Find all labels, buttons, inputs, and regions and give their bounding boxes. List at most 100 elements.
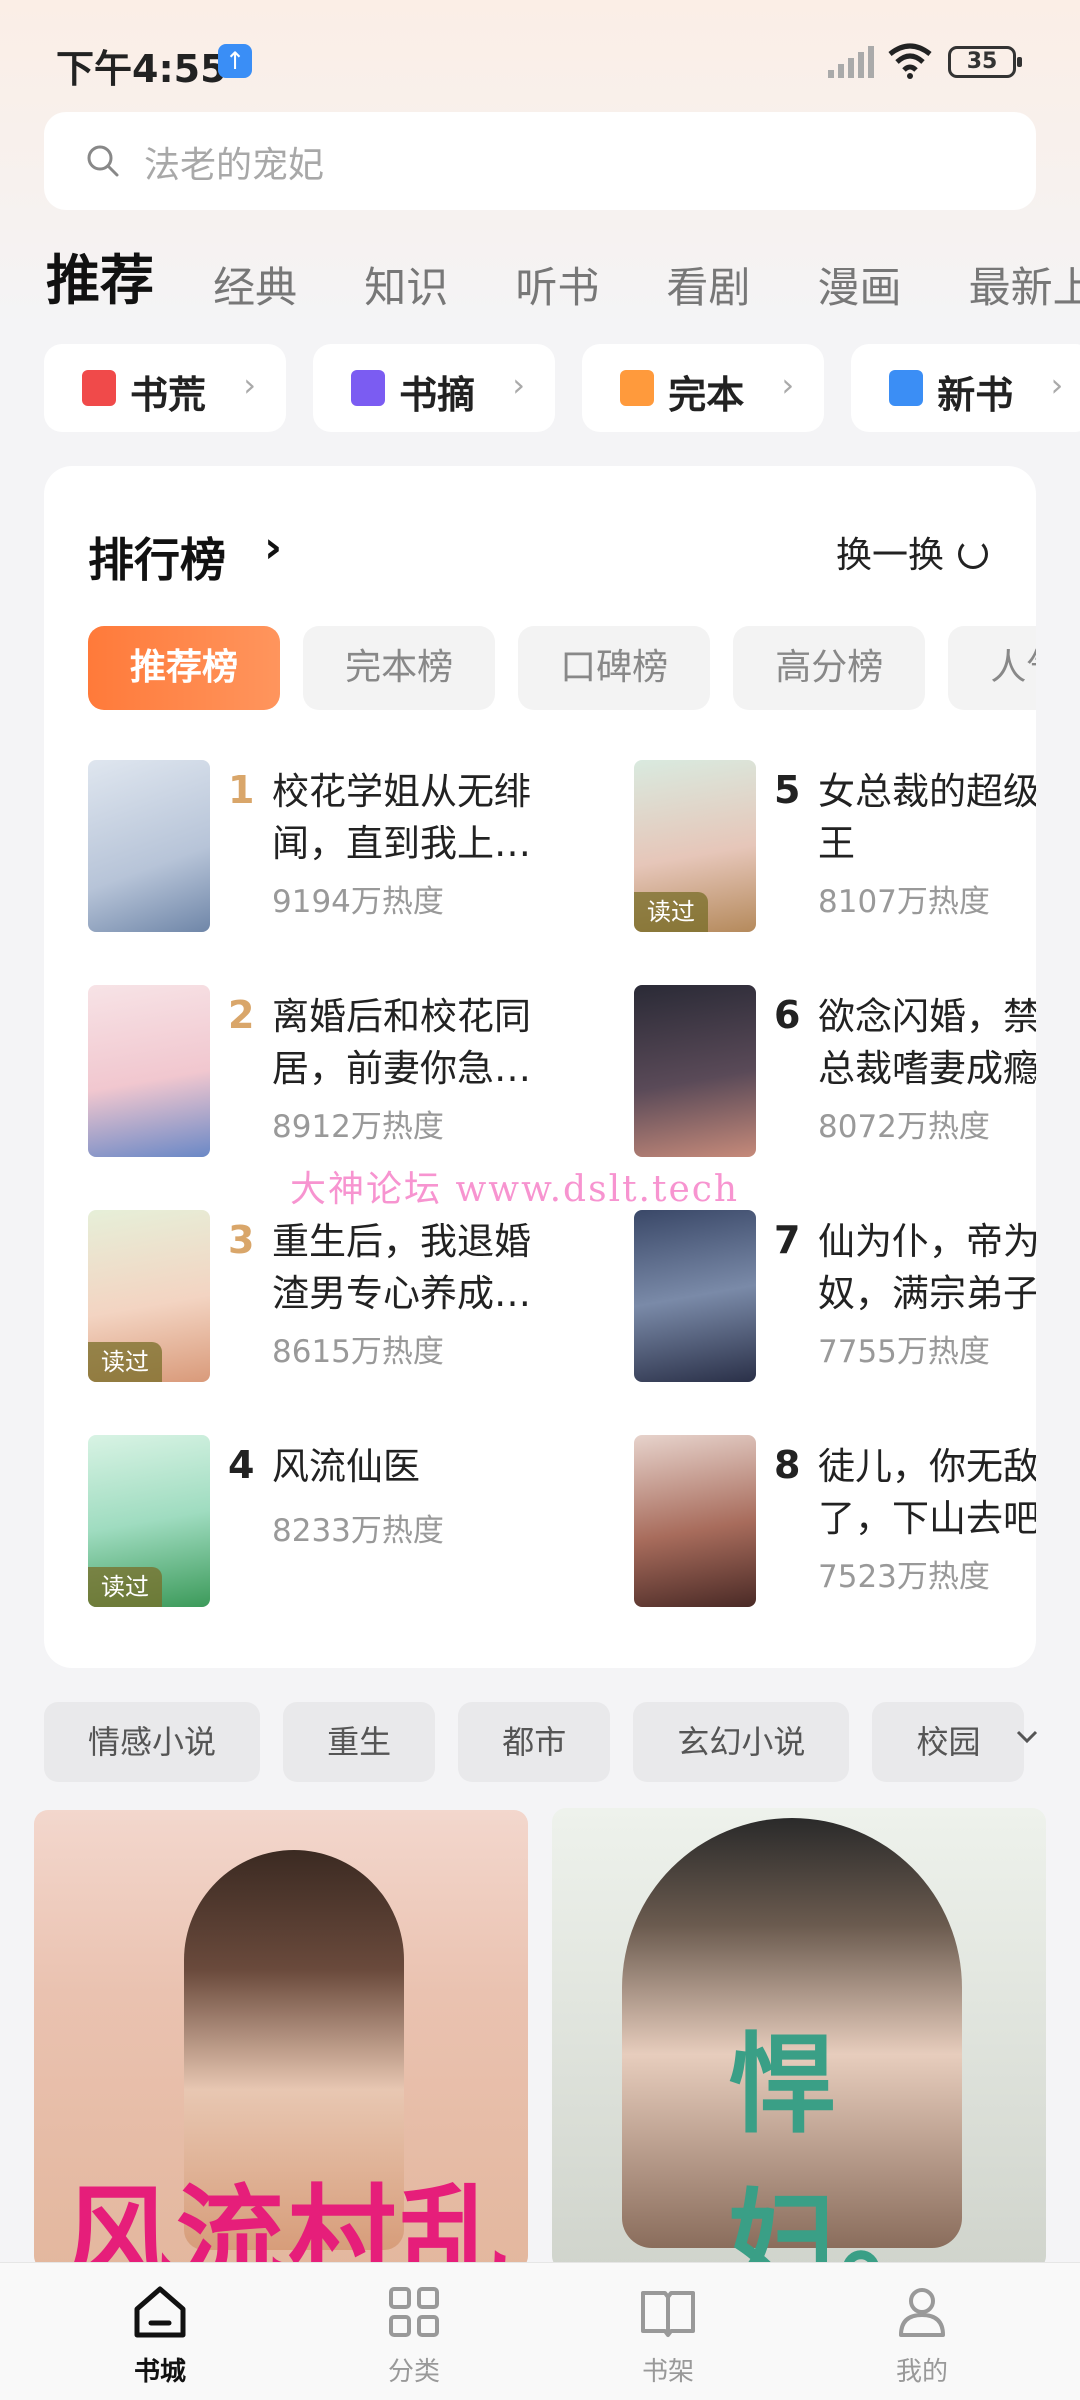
- ranking-book[interactable]: 读过 5 女总裁的超级兵王 8107万热度: [634, 760, 1036, 936]
- nav-bookshelf[interactable]: 书架: [608, 2281, 728, 2391]
- chevron-right-icon: ›: [512, 366, 526, 404]
- feed-card-title: 风流村乱: [64, 2174, 513, 2270]
- feed-card[interactable]: 悍妇。: [552, 1808, 1046, 2270]
- ranking-book[interactable]: 2 离婚后和校花同居，前妻你急… 8912万热度: [88, 985, 531, 1161]
- book-title: 离婚后和校花同居，前妻你急…: [272, 995, 531, 1090]
- feed-card[interactable]: 风流村乱: [34, 1810, 528, 2270]
- ranking-book[interactable]: 1 校花学姐从无绯闻，直到我上… 9194万热度: [88, 760, 531, 936]
- category-chip[interactable]: 都市: [458, 1702, 611, 1782]
- main-tabs: 推荐 经典 知识 听书 看剧 漫画 最新上架: [46, 236, 1080, 316]
- read-tag: 读过: [88, 1342, 162, 1382]
- rank-number: 7: [774, 1218, 801, 1262]
- book-cover: 读过: [88, 1435, 210, 1607]
- wifi-icon: [888, 43, 932, 79]
- ranking-tab-recommend[interactable]: 推荐榜: [88, 626, 280, 710]
- book-title: 风流仙医: [272, 1445, 420, 1488]
- category-chips: 情感小说 重生 都市 玄幻小说 校园: [44, 1702, 1024, 1782]
- chip-completed[interactable]: 完本 ›: [582, 344, 825, 432]
- ranking-tab-popular[interactable]: 人气榜: [948, 626, 1036, 710]
- nav-label: 分类: [387, 2357, 440, 2387]
- ranking-tab-completed[interactable]: 完本榜: [303, 626, 496, 710]
- user-icon: [899, 2288, 945, 2337]
- home-icon: [134, 2286, 186, 2338]
- book-heat: 8107万热度: [818, 884, 990, 920]
- book-title: 女总裁的超级兵王: [818, 770, 1036, 865]
- chip-label: 新书: [937, 373, 1014, 417]
- chip-excerpts[interactable]: 书摘 ›: [313, 344, 556, 432]
- chip-book-shortage[interactable]: 书荒 ›: [44, 344, 286, 432]
- feed-card-title: 悍妇。: [728, 2022, 953, 2270]
- tab-recommend[interactable]: 推荐: [46, 236, 154, 315]
- watermark: 大神论坛 www.dslt.tech: [290, 1169, 740, 1210]
- chevron-right-icon: ›: [243, 366, 256, 404]
- tab-drama[interactable]: 看剧: [666, 254, 750, 315]
- book-heat: 8233万热度: [272, 1513, 444, 1549]
- ranking-tab-high-score[interactable]: 高分榜: [733, 626, 926, 710]
- rank-number: 3: [228, 1218, 255, 1262]
- nav-label: 我的: [895, 2357, 948, 2387]
- book-title: 欲念闪婚，禁欲总裁嗜妻成瘾: [818, 995, 1036, 1090]
- book-cover: [634, 1435, 756, 1607]
- read-tag: 读过: [88, 1567, 162, 1607]
- tab-classic[interactable]: 经典: [213, 254, 297, 315]
- ranking-title[interactable]: 排行榜: [88, 524, 226, 590]
- chip-label: 书摘: [399, 373, 476, 417]
- tab-knowledge[interactable]: 知识: [364, 254, 448, 315]
- book-cover: [634, 1210, 756, 1382]
- book-cover: 读过: [88, 1210, 210, 1382]
- book-cover: [88, 760, 210, 932]
- book-heat: 9194万热度: [272, 884, 444, 920]
- ranking-card: 排行榜 › 换一换 推荐榜 完本榜 口碑榜 高分榜 人气榜 1 校花学姐从无绯闻…: [44, 466, 1036, 1668]
- chip-new-books[interactable]: 新书 ›: [851, 344, 1080, 432]
- book-title: 校花学姐从无绯闻，直到我上…: [272, 770, 531, 865]
- nav-profile[interactable]: 我的: [862, 2281, 982, 2391]
- book-cover: 读过: [634, 760, 756, 932]
- search-icon: [87, 145, 119, 177]
- bookshelf-tag-icon: [82, 370, 116, 406]
- ranking-tabs: 推荐榜 完本榜 口碑榜 高分榜 人气榜: [88, 626, 1036, 712]
- nav-label: 书城: [133, 2357, 186, 2387]
- search-placeholder: 法老的宠妃: [144, 145, 325, 186]
- bottom-nav: 书城 分类 书架 我的: [0, 2262, 1080, 2400]
- category-chip[interactable]: 情感小说: [44, 1702, 261, 1782]
- book-heat: 8072万热度: [818, 1109, 990, 1145]
- ranking-book[interactable]: 7 仙为仆，帝为奴，满宗弟子 7755万热度: [634, 1210, 1036, 1386]
- chip-label: 书荒: [130, 373, 207, 417]
- refresh-icon: [958, 539, 988, 569]
- book-title: 徒儿，你无敌了，下山去吧: [818, 1445, 1036, 1540]
- category-chip[interactable]: 重生: [283, 1702, 436, 1782]
- ranking-book[interactable]: 读过 4 风流仙医 8233万热度: [88, 1435, 528, 1611]
- rank-number: 4: [228, 1443, 255, 1487]
- search-bar[interactable]: 法老的宠妃: [44, 112, 1036, 210]
- book-title: 仙为仆，帝为奴，满宗弟子: [818, 1220, 1036, 1315]
- chevron-right-icon[interactable]: ›: [264, 522, 282, 573]
- chevron-down-icon[interactable]: [1012, 1722, 1042, 1752]
- book-title: 重生后，我退婚渣男专心养成…: [272, 1220, 531, 1315]
- status-bar: 下午4:55 ↑ 35: [0, 0, 1080, 120]
- chevron-right-icon: ›: [1050, 366, 1064, 404]
- tab-comics[interactable]: 漫画: [818, 254, 902, 315]
- new-flag-icon: [889, 370, 924, 406]
- ranking-book[interactable]: 6 欲念闪婚，禁欲总裁嗜妻成瘾 8072万热度: [634, 985, 1036, 1161]
- grid-icon: [389, 2287, 439, 2337]
- refresh-label: 换一换: [835, 535, 944, 576]
- ranking-tab-reputation[interactable]: 口碑榜: [518, 626, 711, 710]
- rank-number: 2: [228, 993, 255, 1037]
- open-book-icon: [641, 2291, 695, 2337]
- tab-new-arrivals[interactable]: 最新上架: [969, 254, 1080, 315]
- nav-categories[interactable]: 分类: [354, 2281, 474, 2391]
- nav-bookstore[interactable]: 书城: [100, 2281, 220, 2391]
- update-badge-icon: ↑: [218, 44, 252, 78]
- book-heat: 8615万热度: [272, 1334, 444, 1370]
- refresh-button[interactable]: 换一换: [836, 526, 988, 578]
- category-chip[interactable]: 玄幻小说: [633, 1702, 850, 1782]
- tab-audiobook[interactable]: 听书: [515, 254, 599, 315]
- rank-number: 1: [228, 768, 255, 812]
- ranking-book[interactable]: 8 徒儿，你无敌了，下山去吧 7523万热度: [634, 1435, 1036, 1611]
- bookmark-icon: [351, 370, 386, 406]
- rank-number: 6: [774, 993, 801, 1037]
- rank-number: 8: [774, 1443, 801, 1487]
- book-cover: [634, 985, 756, 1157]
- category-chip[interactable]: 校园: [872, 1702, 1024, 1782]
- ranking-book[interactable]: 读过 3 重生后，我退婚渣男专心养成… 8615万热度: [88, 1210, 531, 1386]
